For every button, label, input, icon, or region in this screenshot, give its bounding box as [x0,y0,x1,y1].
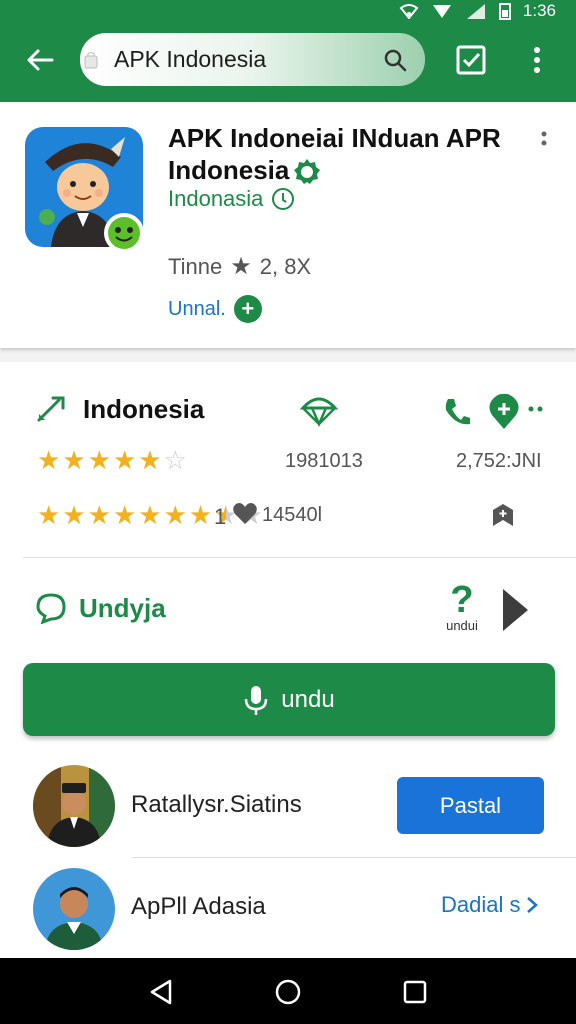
avatar[interactable] [33,765,115,847]
details-link-label[interactable]: Dadial s [441,892,520,918]
battery-icon [498,2,511,20]
status-bar: 1:36 [399,0,556,22]
star-full-icon: ★ [87,500,111,530]
app-bar: 1:36 APK Indonesia [0,0,576,102]
star-full-icon: ★ [163,500,187,530]
search-query[interactable]: APK Indonesia [114,46,381,73]
bookmark-icon[interactable] [490,502,516,528]
play-arrow-icon[interactable] [500,586,530,634]
star-full-icon: ★ [62,445,86,475]
list-divider [132,857,576,858]
developer-name[interactable]: Indonasia [168,186,263,212]
system-nav-bar [0,958,576,1024]
pencil-arrow-icon [37,396,65,422]
app-header-card: APK Indoneiai INduan APR Indonesia Indon… [0,102,576,348]
review-count: 14540l [262,504,323,526]
wifi-icon [399,3,419,19]
star-full-icon: ★ [37,445,61,475]
developer-link[interactable]: Indonasia [168,186,295,212]
more-options-icon[interactable] [527,44,547,76]
chevron-right-icon [527,897,539,913]
parachute-icon [300,397,338,428]
search-icon[interactable] [381,46,409,74]
star-icon: ★ [230,253,252,280]
star-full-icon: ★ [112,500,137,530]
phone-icon[interactable] [442,396,472,428]
avatar-image [33,765,115,847]
microphone-icon [245,685,268,715]
add-location-icon[interactable] [487,393,521,431]
back-arrow-icon[interactable] [22,42,58,78]
heart-icon [233,503,257,524]
app-icon[interactable] [25,127,144,253]
list-item-action-button[interactable]: Pastal [397,777,544,834]
app-title: APK Indoneiai INduan APR Indonesia [168,122,528,186]
rating-summary: Tinne ★ 2, 8X [168,252,311,281]
status-time: 1:36 [522,1,556,20]
rating-stars-1: ★ ★ ★ ★ ★ ☆ [37,447,187,473]
chat-bubble-icon [36,593,66,624]
star-full-icon: ★ [188,500,213,530]
app-title-text: APK Indoneiai INduan APR Indonesia [168,123,501,185]
rating-label: Tinne [168,253,223,279]
search-bar[interactable]: APK Indonesia [80,33,425,86]
star-empty-icon: ☆ [163,445,187,475]
nav-home-icon[interactable] [273,977,303,1007]
question-mark-icon: ? [450,579,474,621]
rating-stars-2: ★★★★★★★★★ [37,502,263,528]
avatar-image [33,868,115,950]
star-full-icon: ★ [87,445,111,475]
nav-back-icon[interactable] [146,977,176,1007]
star-full-icon: ★ [37,500,61,530]
install-link-label[interactable]: Unnal. [168,298,226,321]
badge-icon [104,213,144,253]
star-full-icon: ★ [138,445,162,475]
verified-badge-icon [294,159,321,185]
primary-action-button[interactable]: undu [23,663,555,736]
primary-action-label[interactable]: undu [281,686,334,714]
signal-icon [431,3,453,19]
help-button[interactable]: ? undui [440,579,484,633]
shopping-bag-icon [84,51,98,68]
section-label: Undyja [79,592,166,623]
list-item-name: ApPll Adasia [131,893,266,920]
section-divider [23,557,576,558]
help-caption: undui [446,618,478,633]
star-full-icon: ★ [138,500,162,530]
list-item-name: Ratallysr.Siatins [131,791,302,818]
list-item-action-label[interactable]: Pastal [440,793,501,819]
avatar[interactable] [33,868,115,950]
star-full-icon: ★ [112,445,137,475]
stat-downloads: 1981013 [285,450,363,472]
checkbox-icon[interactable] [455,44,487,76]
stat-size: 2,752:JNI [456,450,542,472]
install-link[interactable]: Unnal. + [168,295,262,323]
category-row[interactable]: Indonesia [35,392,204,426]
section-header[interactable]: Undyja [35,592,166,624]
add-circle-icon[interactable]: + [233,295,262,323]
cell-icon [465,2,487,20]
star-full-icon: ★ [62,500,86,530]
category-label: Indonesia [83,393,205,424]
app-more-icon[interactable] [537,130,551,156]
review-count-prefix: 1 [214,504,227,529]
info-clock-icon [272,188,295,210]
details-link[interactable]: Dadial s [441,892,539,918]
more-horizontal-icon[interactable] [527,405,545,413]
rating-value: 2, 8X [259,253,312,279]
nav-recents-icon[interactable] [400,977,430,1007]
